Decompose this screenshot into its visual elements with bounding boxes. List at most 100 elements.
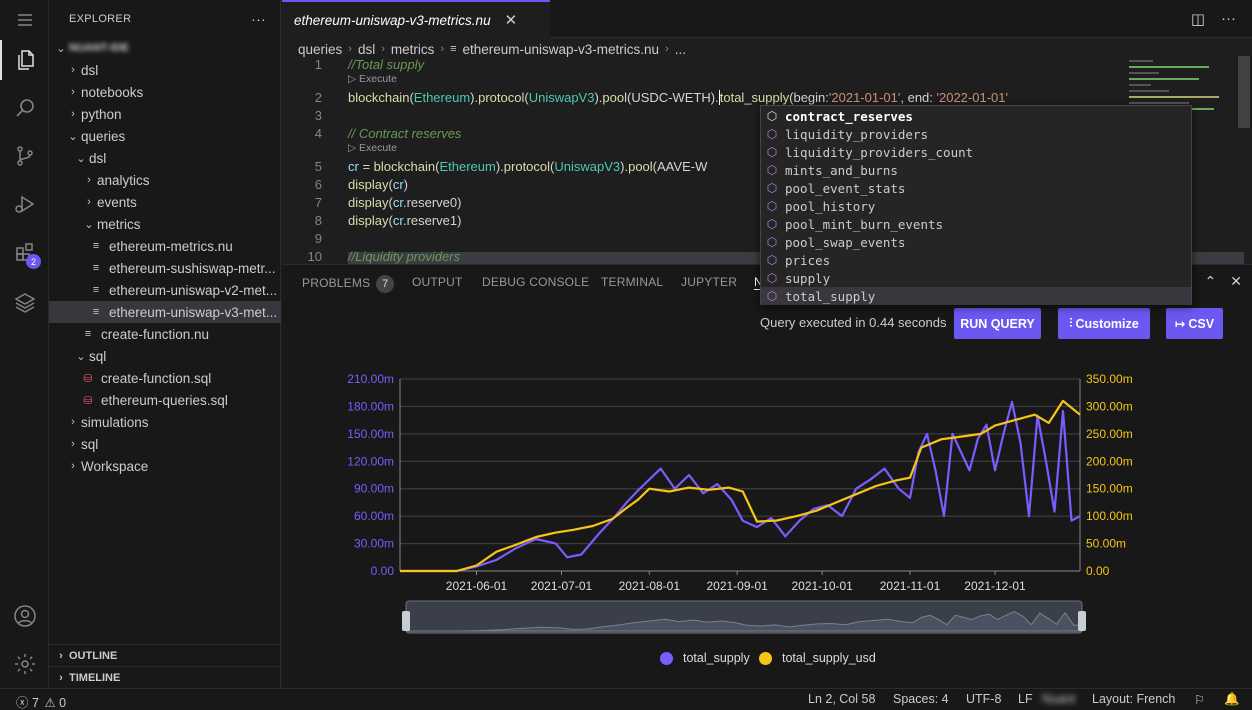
code-token: begin: bbox=[793, 90, 829, 105]
line-ending[interactable]: LF bbox=[1018, 692, 1033, 706]
folder-item[interactable]: › Workspace bbox=[49, 455, 281, 477]
more-actions-icon[interactable]: ··· bbox=[251, 11, 266, 27]
code-token: blockchain bbox=[348, 90, 410, 105]
outline-label: OUTLINE bbox=[69, 649, 118, 662]
chevron-down-icon: ⌄ bbox=[76, 152, 86, 165]
more-actions-icon[interactable]: ··· bbox=[1221, 10, 1236, 28]
folder-item[interactable]: › events bbox=[49, 191, 281, 213]
extensions-icon[interactable]: 2 bbox=[0, 232, 49, 272]
suggestion-item[interactable]: ⬡ pool_swap_events bbox=[761, 233, 1191, 251]
file-item[interactable]: ≡ ethereum-sushiswap-metr... bbox=[49, 257, 281, 279]
folder-item[interactable]: ⌄ sql bbox=[49, 345, 281, 367]
indentation[interactable]: Spaces: 4 bbox=[893, 692, 949, 706]
file-item[interactable]: ≡ ethereum-metrics.nu bbox=[49, 235, 281, 257]
chevron-right-icon: › bbox=[348, 43, 352, 55]
breadcrumb-item[interactable]: metrics bbox=[391, 42, 435, 57]
settings-gear-icon[interactable] bbox=[0, 644, 49, 684]
y-left-tick-label: 180.00m bbox=[347, 399, 394, 413]
language-mode[interactable]: Nuant bbox=[1042, 692, 1075, 706]
breadcrumb-item[interactable]: dsl bbox=[358, 42, 375, 57]
y-left-tick-label: 0.00 bbox=[371, 564, 395, 578]
y-right-tick-label: 200.00m bbox=[1086, 454, 1133, 468]
suggestion-item[interactable]: ⬡ contract_reserves bbox=[761, 107, 1191, 125]
bottom-panel: PROBLEMS 7 OUTPUT DEBUG CONSOLE TERMINAL … bbox=[282, 264, 1252, 688]
code-token: blockchain bbox=[373, 159, 436, 174]
x-tick-label: 2021-10-01 bbox=[791, 579, 853, 593]
suggestion-item[interactable]: ⬡ prices bbox=[761, 251, 1191, 269]
explorer-title: EXPLORER bbox=[69, 13, 132, 25]
chevron-down-icon: ⌄ bbox=[84, 218, 94, 231]
extensions-badge: 2 bbox=[26, 254, 41, 269]
chevron-down-icon: ⌄ bbox=[76, 350, 86, 363]
file-item[interactable]: ≡ ethereum-uniswap-v3-met... bbox=[49, 301, 281, 323]
keyboard-layout[interactable]: Layout: French bbox=[1092, 692, 1175, 706]
suggestion-label: liquidity_providers bbox=[785, 126, 928, 142]
suggestion-item[interactable]: ⬡ pool_event_stats bbox=[761, 179, 1191, 197]
source-control-icon[interactable] bbox=[0, 136, 49, 176]
cursor-position[interactable]: Ln 2, Col 58 bbox=[808, 692, 875, 706]
explorer-files-icon[interactable] bbox=[0, 40, 49, 80]
chevron-right-icon: › bbox=[71, 64, 75, 76]
suggestion-item[interactable]: ⬡ supply bbox=[761, 269, 1191, 287]
suggestion-item[interactable]: ⬡ mints_and_burns bbox=[761, 161, 1191, 179]
file-item[interactable]: ≡ create-function.nu bbox=[49, 323, 281, 345]
database-icon: ⛁ bbox=[83, 372, 93, 385]
split-editor-icon[interactable]: ◫ bbox=[1191, 10, 1205, 28]
y-right-tick-label: 150.00m bbox=[1086, 482, 1133, 496]
folder-item[interactable]: › simulations bbox=[49, 411, 281, 433]
suggestion-item[interactable]: ⬡ pool_mint_burn_events bbox=[761, 215, 1191, 233]
legend-item[interactable]: total_supply bbox=[660, 651, 750, 665]
file-lines-icon: ≡ bbox=[92, 306, 100, 318]
folder-item[interactable]: › python bbox=[49, 103, 281, 125]
chevron-right-icon: › bbox=[71, 460, 75, 472]
folder-item[interactable]: › sql bbox=[49, 433, 281, 455]
folder-item[interactable]: ⌄ metrics bbox=[49, 213, 281, 235]
timeline-section[interactable]: › TIMELINE bbox=[49, 666, 281, 688]
problems-status[interactable]: ⓧ 7 ⚠ 0 bbox=[16, 692, 66, 710]
code-token: cr bbox=[392, 213, 403, 228]
folder-item[interactable]: › dsl bbox=[49, 59, 281, 81]
editor-scrollbar[interactable] bbox=[1238, 56, 1250, 128]
breadcrumb-item[interactable]: ethereum-uniswap-v3-metrics.nu bbox=[462, 42, 659, 57]
editor-tab[interactable]: ethereum-uniswap-v3-metrics.nu ✕ bbox=[282, 0, 550, 38]
encoding[interactable]: UTF-8 bbox=[966, 692, 1001, 706]
file-item[interactable]: ⛁ ethereum-queries.sql bbox=[49, 389, 281, 411]
execute-codelens[interactable]: ▷ Execute bbox=[348, 142, 397, 154]
breadcrumb-item[interactable]: queries bbox=[298, 42, 342, 57]
close-icon[interactable]: ✕ bbox=[505, 11, 518, 29]
suggestion-item[interactable]: ⬡ liquidity_providers bbox=[761, 125, 1191, 143]
menu-icon[interactable] bbox=[0, 0, 49, 40]
feedback-icon[interactable]: ⚐ bbox=[1194, 692, 1205, 707]
tree-item-label: dsl bbox=[89, 150, 107, 166]
zoom-handle-right bbox=[1078, 611, 1086, 631]
run-debug-icon[interactable] bbox=[0, 184, 49, 224]
cube-method-icon: ⬡ bbox=[766, 145, 778, 159]
legend-dot bbox=[759, 651, 772, 665]
timeline-label: TIMELINE bbox=[69, 671, 121, 684]
folder-item[interactable]: ⌄ dsl bbox=[49, 147, 281, 169]
project-root[interactable]: ⌄ NUANT-IDE bbox=[49, 37, 281, 59]
chevron-right-icon: › bbox=[665, 43, 669, 55]
search-icon[interactable] bbox=[0, 88, 49, 128]
line-number: 3 bbox=[314, 108, 322, 123]
layers-icon[interactable] bbox=[0, 282, 49, 322]
notifications-bell-icon[interactable]: 🔔 bbox=[1224, 692, 1240, 707]
execute-codelens[interactable]: ▷ Execute bbox=[348, 73, 397, 85]
suggestion-item[interactable]: ⬡ total_supply bbox=[761, 287, 1191, 305]
folder-item[interactable]: › notebooks bbox=[49, 81, 281, 103]
editor-actions: ◫ ··· bbox=[1191, 10, 1236, 28]
folder-item[interactable]: ⌄ queries bbox=[49, 125, 281, 147]
file-item[interactable]: ⛁ create-function.sql bbox=[49, 367, 281, 389]
suggestion-label: pool_history bbox=[785, 198, 876, 214]
legend-item[interactable]: total_supply_usd bbox=[759, 651, 876, 665]
file-item[interactable]: ≡ ethereum-uniswap-v2-met... bbox=[49, 279, 281, 301]
y-right-tick-label: 0.00 bbox=[1086, 564, 1110, 578]
suggestion-item[interactable]: ⬡ liquidity_providers_count bbox=[761, 143, 1191, 161]
account-icon[interactable] bbox=[0, 596, 49, 636]
chevron-right-icon: › bbox=[71, 416, 75, 428]
folder-item[interactable]: › analytics bbox=[49, 169, 281, 191]
warning-icon: ⚠ bbox=[44, 696, 56, 710]
suggestion-item[interactable]: ⬡ pool_history bbox=[761, 197, 1191, 215]
breadcrumb-item[interactable]: ... bbox=[675, 42, 686, 57]
outline-section[interactable]: › OUTLINE bbox=[49, 644, 281, 666]
